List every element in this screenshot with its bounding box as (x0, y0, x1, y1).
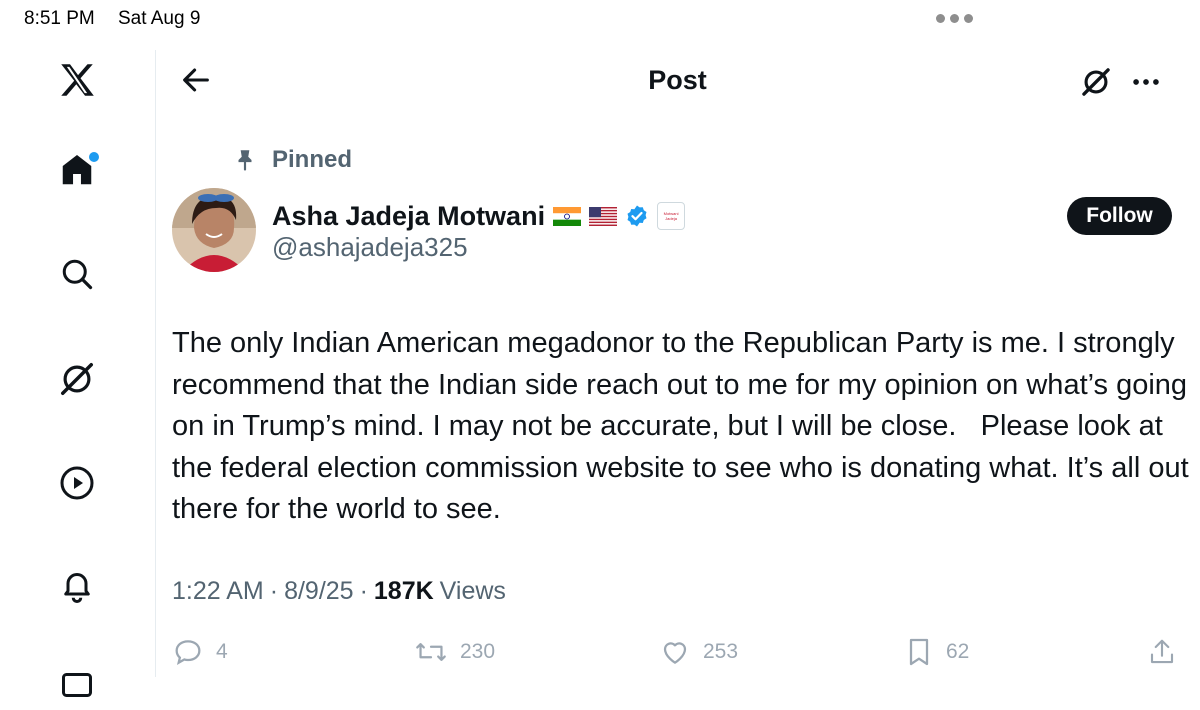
affiliate-badge[interactable]: Motwani Jadeja (657, 202, 686, 230)
grok-icon[interactable] (52, 354, 102, 404)
post-text: The only Indian American megadonor to th… (172, 327, 1197, 525)
search-icon[interactable] (52, 249, 102, 299)
bookmark-icon (909, 638, 929, 666)
bookmark-count: 62 (946, 640, 970, 663)
like-count: 253 (703, 640, 739, 663)
views-label: Views (439, 576, 506, 605)
more-options-button[interactable] (1124, 60, 1168, 104)
verified-badge-icon[interactable] (625, 204, 649, 228)
reply-button[interactable]: 4 (172, 634, 228, 670)
post-time[interactable]: 1:22 AM (172, 577, 264, 606)
share-button[interactable] (1147, 634, 1177, 670)
meta-separator: · (269, 576, 279, 605)
like-button[interactable]: 253 (659, 634, 738, 670)
post-actions: 4 230 253 62 (172, 630, 1182, 676)
heart-icon (663, 642, 687, 664)
notification-dot (89, 152, 99, 162)
pin-icon (238, 150, 252, 171)
status-date: Sat Aug 9 (118, 8, 201, 29)
back-button[interactable] (174, 58, 218, 102)
repost-button[interactable]: 230 (414, 634, 495, 670)
meta-separator: · (359, 576, 368, 605)
affiliate-badge-text: Motwani Jadeja (663, 211, 679, 221)
follow-button[interactable]: Follow (1067, 197, 1172, 235)
x-logo-icon[interactable] (52, 55, 102, 105)
india-flag-icon (553, 206, 582, 226)
multitasking-dots[interactable] (936, 14, 973, 23)
home-icon[interactable] (52, 145, 102, 195)
grok-icon (1082, 68, 1110, 96)
avatar[interactable] (172, 188, 256, 272)
arrow-left-icon (183, 68, 209, 92)
repost-count: 230 (460, 640, 496, 663)
grok-button[interactable] (1074, 60, 1118, 104)
post-date[interactable]: 8/9/25 (284, 577, 354, 606)
bell-icon[interactable] (52, 560, 102, 610)
author-name[interactable]: Asha Jadeja Motwani (272, 201, 545, 232)
author-handle[interactable]: @ashajadeja325 (272, 232, 468, 263)
author-name-row: Asha Jadeja Motwani Motwani Jadeja (272, 196, 686, 236)
mail-icon[interactable] (52, 660, 102, 710)
more-horizontal-icon (1133, 79, 1159, 85)
pinned-indicator: Pinned (232, 142, 352, 178)
status-time: 8:51 PM (24, 8, 95, 29)
bookmark-button[interactable]: 62 (904, 634, 969, 670)
sidebar (0, 50, 156, 697)
usa-flag-icon (589, 206, 618, 226)
page-title: Post (648, 65, 707, 95)
video-play-icon[interactable] (52, 458, 102, 508)
share-icon (1150, 639, 1174, 664)
reply-icon (175, 640, 201, 665)
post-meta: 1:22 AM · 8/9/25 · 187K Views (172, 572, 506, 610)
pinned-label: Pinned (272, 146, 353, 173)
repost-icon (416, 643, 446, 661)
views-count: 187K (373, 576, 434, 605)
reply-count: 4 (216, 640, 228, 663)
